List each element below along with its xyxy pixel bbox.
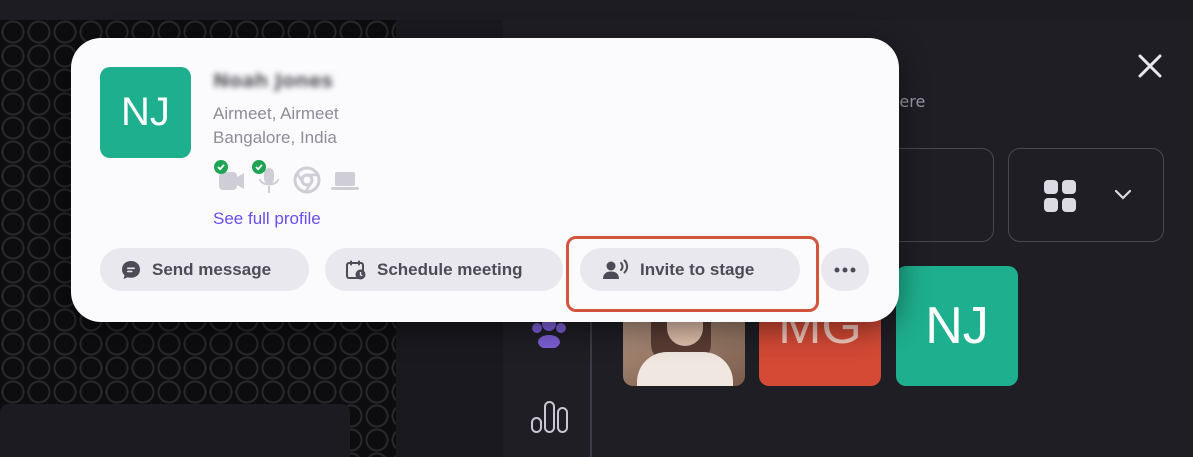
- schedule-meeting-label: Schedule meeting: [377, 259, 523, 279]
- chrome-browser-icon: [293, 166, 321, 194]
- grid-icon: [1044, 180, 1076, 212]
- more-options-icon: [834, 267, 856, 272]
- check-icon: [252, 160, 266, 174]
- invite-to-stage-label: Invite to stage: [640, 259, 755, 279]
- profile-name: Noah Jones: [213, 70, 333, 92]
- app-window: n here MG NJ NJ Noah Jones Airmeet, Airm…: [0, 0, 1193, 457]
- profile-organization: Airmeet, Airmeet: [213, 104, 339, 123]
- view-mode-select[interactable]: [1008, 148, 1164, 242]
- chat-bubble-icon: [122, 260, 140, 279]
- close-icon[interactable]: [1136, 52, 1164, 80]
- laptop-icon: [331, 172, 359, 190]
- person-speaking-icon: [603, 259, 629, 279]
- device-status-list: [214, 160, 361, 194]
- browser-status: [291, 164, 323, 194]
- microphone-status: [252, 160, 285, 194]
- check-icon: [214, 160, 228, 174]
- camera-status: [214, 160, 247, 194]
- send-message-button[interactable]: Send message: [100, 248, 309, 291]
- invite-to-stage-button[interactable]: Invite to stage: [580, 248, 800, 291]
- device-type-status: [329, 164, 361, 194]
- side-rail-indicator: [590, 300, 592, 457]
- poll-icon[interactable]: [528, 392, 572, 436]
- profile-location: Bangalore, India: [213, 128, 337, 147]
- stage-panel: [0, 404, 350, 457]
- schedule-meeting-button[interactable]: Schedule meeting: [325, 248, 563, 291]
- top-bar: [0, 0, 1193, 20]
- send-message-label: Send message: [152, 259, 272, 279]
- calendar-clock-icon: [346, 260, 366, 279]
- participant-photo-body: [637, 352, 733, 386]
- profile-card: NJ Noah Jones Airmeet, Airmeet Bangalore…: [71, 38, 899, 322]
- more-options-button[interactable]: [821, 248, 869, 291]
- participant-tile-nj[interactable]: NJ: [896, 266, 1018, 386]
- see-full-profile-link[interactable]: See full profile: [213, 209, 321, 229]
- chevron-down-icon: [1114, 189, 1132, 200]
- avatar: NJ: [100, 67, 191, 158]
